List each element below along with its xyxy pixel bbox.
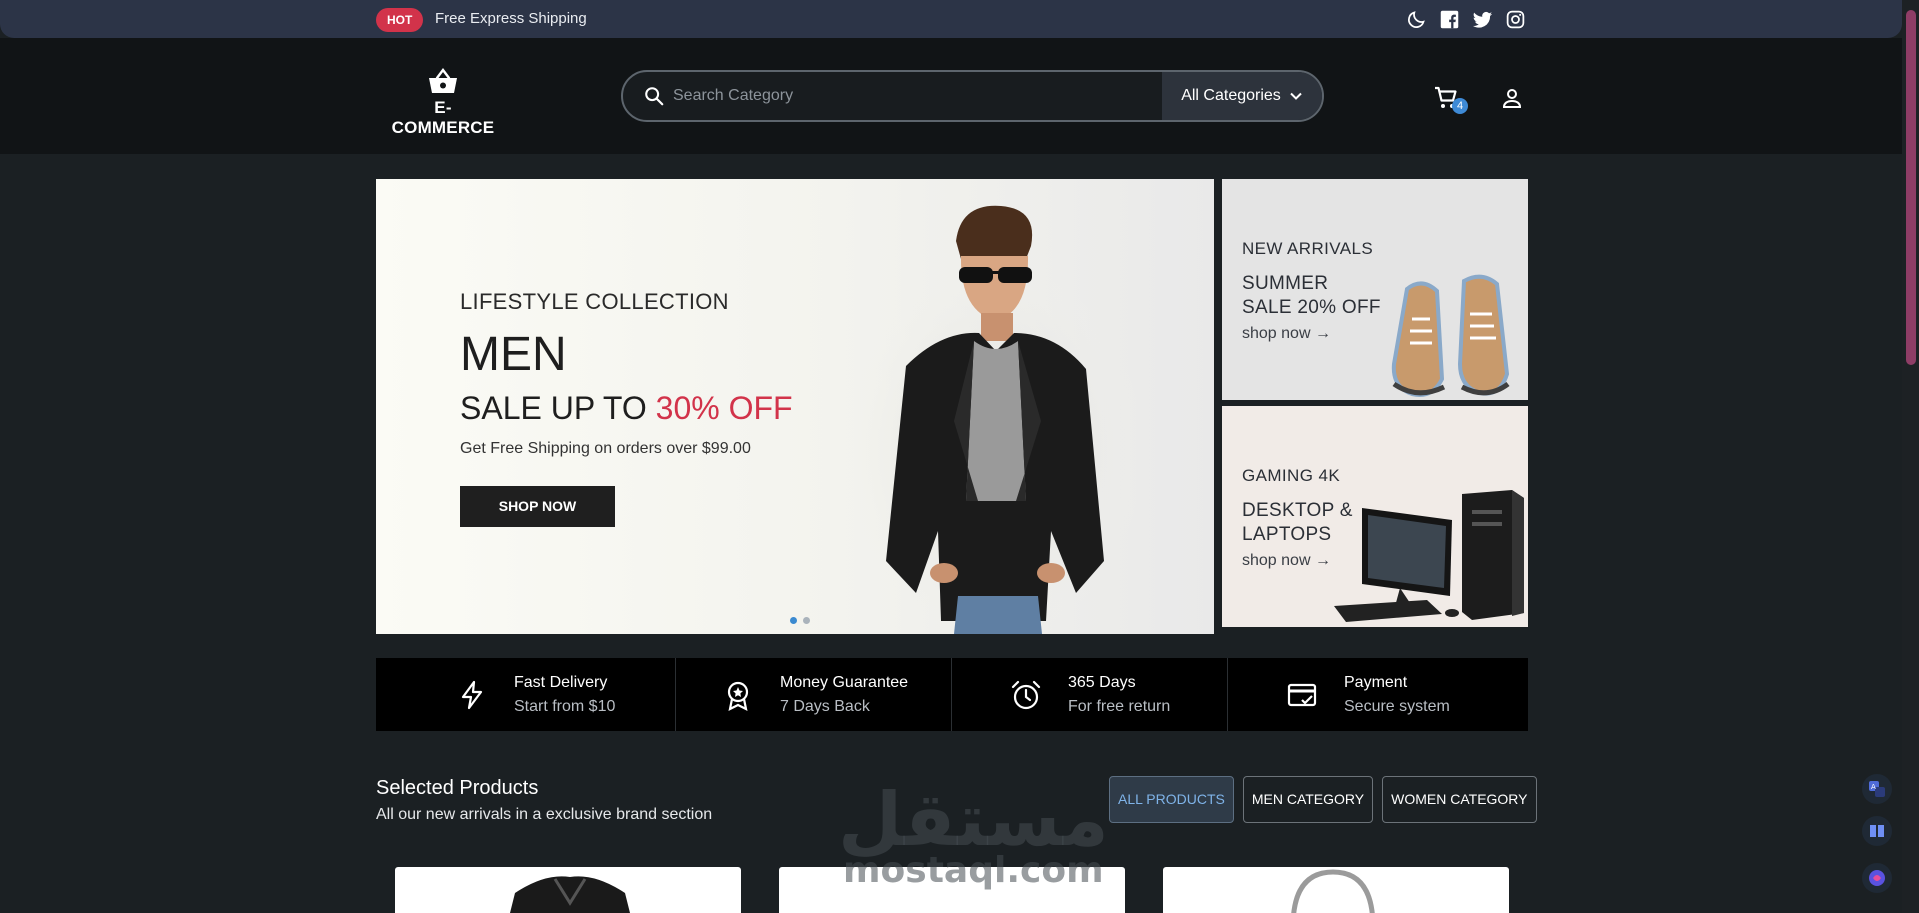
banner-title-line2: SALE 20% OFF [1242, 297, 1381, 318]
banner-shop-link[interactable]: shop now → [1242, 325, 1331, 343]
basket-icon [429, 68, 457, 93]
features-bar: Fast Delivery Start from $10 Money Guara… [376, 658, 1528, 731]
svg-text:A: A [1871, 783, 1876, 791]
categories-dropdown[interactable]: All Categories [1162, 72, 1322, 120]
shop-now-button[interactable]: SHOP NOW [460, 486, 615, 527]
feature-title: Money Guarantee [780, 674, 909, 691]
hot-badge: HOT [376, 8, 424, 32]
feature-title: Fast Delivery [514, 674, 608, 691]
hero-sale-prefix: SALE UP TO [460, 390, 656, 426]
shipping-text: Free Express Shipping [435, 10, 587, 27]
alarm-clock-icon [1011, 680, 1041, 710]
filter-women-category[interactable]: WOMEN CATEGORY [1382, 776, 1537, 823]
award-icon [727, 681, 749, 711]
search-input[interactable] [673, 72, 1173, 120]
feature-subtitle: 7 Days Back [780, 698, 870, 715]
lightning-icon [461, 680, 483, 710]
instagram-icon[interactable] [1505, 9, 1526, 30]
brain-icon [1869, 870, 1885, 886]
categories-label: All Categories [1181, 87, 1281, 104]
products-section-title: Selected Products [376, 777, 539, 799]
logo-text: E-COMMERCE [391, 98, 495, 137]
ai-assistant-tool[interactable] [1862, 863, 1892, 893]
reader-tool[interactable] [1862, 816, 1892, 846]
top-bar: HOT Free Express Shipping [0, 0, 1902, 38]
filter-men-category[interactable]: MEN CATEGORY [1242, 776, 1374, 823]
facebook-icon[interactable] [1439, 9, 1460, 30]
feature-title: 365 Days [1068, 674, 1136, 691]
moon-icon[interactable] [1406, 9, 1427, 30]
feature-subtitle: Start from $10 [514, 698, 616, 715]
product-image [510, 876, 630, 913]
search-bar: All Categories [621, 70, 1324, 122]
hero-sale-text: SALE UP TO 30% OFF [460, 390, 793, 427]
cart-button[interactable]: 4 [1434, 86, 1470, 114]
hero-subtitle: LIFESTYLE COLLECTION [460, 289, 729, 314]
banner-shop-link[interactable]: shop now → [1242, 552, 1331, 570]
hero-slider: LIFESTYLE COLLECTION MEN SALE UP TO 30% … [376, 179, 1214, 634]
feature-title: Payment [1344, 674, 1408, 691]
product-card[interactable] [395, 867, 741, 913]
slider-dot[interactable] [803, 617, 810, 624]
translate-tool[interactable]: A [1862, 774, 1892, 804]
twitter-icon[interactable] [1472, 9, 1493, 30]
banner-small-label: NEW ARRIVALS [1242, 239, 1374, 258]
product-image [1291, 869, 1375, 913]
banner-small-label: GAMING 4K [1242, 466, 1341, 485]
promo-banner-summer[interactable]: NEW ARRIVALS SUMMER SALE 20% OFF shop no… [1222, 179, 1528, 400]
feature-365-days: 365 Days For free return [952, 658, 1228, 731]
hero-model-image [846, 205, 1146, 634]
banner-title-line2: LAPTOPS [1242, 524, 1332, 545]
feature-fast-delivery: Fast Delivery Start from $10 [376, 658, 676, 731]
watermark-arabic: مستقل [838, 777, 1109, 863]
feature-subtitle: Secure system [1344, 698, 1450, 715]
credit-card-icon [1287, 683, 1317, 707]
site-logo[interactable]: E-COMMERCE [383, 68, 503, 138]
desktop-computer-image [1334, 490, 1524, 622]
feature-subtitle: For free return [1068, 698, 1171, 715]
banner-title-line1: SUMMER [1242, 273, 1329, 294]
search-icon [645, 87, 664, 106]
hero-title: MEN [460, 328, 567, 381]
product-filter-tabs: ALL PRODUCTS MEN CATEGORY WOMEN CATEGORY [1109, 776, 1537, 823]
chevron-down-icon [1290, 92, 1302, 100]
book-icon [1870, 825, 1884, 837]
translate-icon: A [1869, 781, 1885, 797]
feature-payment: Payment Secure system [1228, 658, 1528, 731]
products-section-subtitle: All our new arrivals in a exclusive bran… [376, 806, 713, 823]
scrollbar-thumb[interactable] [1906, 10, 1916, 365]
feature-money-guarantee: Money Guarantee 7 Days Back [676, 658, 952, 731]
social-links [1406, 9, 1526, 30]
sneakers-image [1391, 274, 1510, 397]
user-account-icon[interactable] [1500, 86, 1524, 110]
promo-banner-gaming[interactable]: GAMING 4K DESKTOP & LAPTOPS shop now → [1222, 406, 1528, 627]
slider-dot[interactable] [790, 617, 797, 624]
cart-count-badge: 4 [1452, 98, 1468, 114]
hero-shipping-note: Get Free Shipping on orders over $99.00 [460, 440, 751, 457]
slider-pagination [790, 617, 810, 624]
hero-sale-highlight: 30% OFF [655, 390, 793, 426]
product-card[interactable] [779, 867, 1125, 913]
filter-all-products[interactable]: ALL PRODUCTS [1109, 776, 1234, 823]
main-header: E-COMMERCE All Categories 4 [0, 38, 1902, 154]
product-card[interactable] [1163, 867, 1509, 913]
